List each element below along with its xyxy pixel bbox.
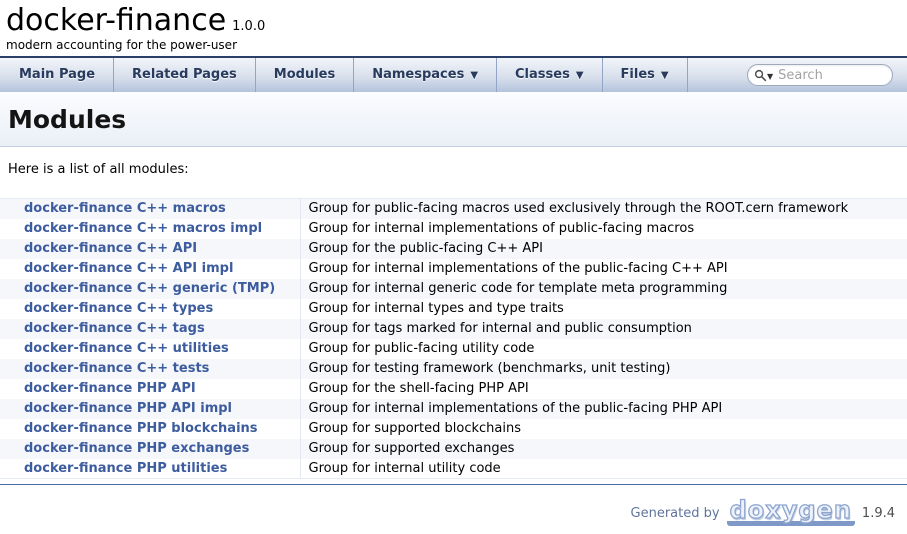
project-name: docker-finance xyxy=(6,3,226,38)
module-link[interactable]: docker-finance C++ tests xyxy=(24,361,209,376)
module-description: Group for internal implementations of pu… xyxy=(300,219,907,239)
search-options-caret-icon[interactable]: ▼ xyxy=(767,72,773,81)
tab-modules[interactable]: Modules xyxy=(256,58,354,92)
modules-table: docker-finance C++ macros Group for publ… xyxy=(0,198,907,479)
table-row: docker-finance C++ tests Group for testi… xyxy=(0,359,907,379)
page-title: Modules xyxy=(8,105,907,134)
module-description: Group for the shell-facing PHP API xyxy=(300,379,907,399)
table-row: docker-finance PHP exchanges Group for s… xyxy=(0,439,907,459)
module-link[interactable]: docker-finance C++ generic (TMP) xyxy=(24,281,275,296)
module-description: Group for internal implementations of th… xyxy=(300,259,907,279)
module-description: Group for internal types and type traits xyxy=(300,299,907,319)
search-area: ▼ xyxy=(747,64,893,86)
table-row: docker-finance C++ macros impl Group for… xyxy=(0,219,907,239)
table-row: docker-finance PHP blockchains Group for… xyxy=(0,419,907,439)
module-description: Group for testing framework (benchmarks,… xyxy=(300,359,907,379)
module-link[interactable]: docker-finance PHP API xyxy=(24,381,196,396)
nav-tab-bar: Main Page Related Pages Modules Namespac… xyxy=(0,56,907,92)
module-description: Group for internal generic code for temp… xyxy=(300,279,907,299)
module-link[interactable]: docker-finance C++ utilities xyxy=(24,341,229,356)
generated-by-text: Generated by xyxy=(631,506,720,521)
module-link[interactable]: docker-finance C++ macros impl xyxy=(24,221,262,236)
table-row: docker-finance PHP utilities Group for i… xyxy=(0,459,907,479)
search-box[interactable]: ▼ xyxy=(747,64,893,86)
table-row: docker-finance C++ tags Group for tags m… xyxy=(0,319,907,339)
page-header: Modules xyxy=(0,92,907,147)
search-input[interactable] xyxy=(776,67,884,84)
doxygen-version: 1.9.4 xyxy=(862,506,895,521)
table-row: docker-finance C++ API impl Group for in… xyxy=(0,259,907,279)
module-link[interactable]: docker-finance C++ macros xyxy=(24,201,226,216)
module-link[interactable]: docker-finance PHP API impl xyxy=(24,401,232,416)
module-link[interactable]: docker-finance PHP exchanges xyxy=(24,441,249,456)
chevron-down-icon: ▼ xyxy=(470,70,478,81)
project-brief: modern accounting for the power-user xyxy=(6,38,907,52)
tab-files[interactable]: Files ▼ xyxy=(603,58,688,92)
search-icon[interactable] xyxy=(754,69,767,82)
table-row: docker-finance PHP API impl Group for in… xyxy=(0,399,907,419)
module-description: Group for public-facing utility code xyxy=(300,339,907,359)
doxygen-logo[interactable]: doxygen xyxy=(727,500,855,526)
chevron-down-icon: ▼ xyxy=(576,70,584,81)
tab-label: Namespaces xyxy=(372,67,464,82)
tab-main-page[interactable]: Main Page xyxy=(0,58,114,92)
module-link[interactable]: docker-finance C++ API xyxy=(24,241,197,256)
tab-label: Classes xyxy=(515,67,570,82)
module-link[interactable]: docker-finance C++ API impl xyxy=(24,261,233,276)
module-description: Group for supported blockchains xyxy=(300,419,907,439)
module-link[interactable]: docker-finance C++ types xyxy=(24,301,213,316)
table-row: docker-finance C++ API Group for the pub… xyxy=(0,239,907,259)
module-description: Group for internal utility code xyxy=(300,459,907,479)
tab-related-pages[interactable]: Related Pages xyxy=(114,58,256,92)
tab-classes[interactable]: Classes ▼ xyxy=(497,58,603,92)
tab-label: Related Pages xyxy=(132,67,237,82)
module-description: Group for tags marked for internal and p… xyxy=(300,319,907,339)
footer: Generated by doxygen 1.9.4 xyxy=(0,485,907,526)
title-area: docker-finance 1.0.0 modern accounting fo… xyxy=(0,0,907,56)
contents: Here is a list of all modules: docker-fi… xyxy=(0,162,907,479)
table-row: docker-finance C++ types Group for inter… xyxy=(0,299,907,319)
table-row: docker-finance C++ utilities Group for p… xyxy=(0,339,907,359)
module-link[interactable]: docker-finance PHP utilities xyxy=(24,461,227,476)
table-row: docker-finance C++ macros Group for publ… xyxy=(0,199,907,219)
chevron-down-icon: ▼ xyxy=(661,70,669,81)
tab-label: Files xyxy=(621,67,655,82)
tab-namespaces[interactable]: Namespaces ▼ xyxy=(354,58,497,92)
table-row: docker-finance C++ generic (TMP) Group f… xyxy=(0,279,907,299)
tab-label: Main Page xyxy=(19,67,95,82)
module-description: Group for supported exchanges xyxy=(300,439,907,459)
module-description: Group for public-facing macros used excl… xyxy=(300,199,907,219)
tab-label: Modules xyxy=(274,67,335,82)
module-link[interactable]: docker-finance C++ tags xyxy=(24,321,205,336)
module-description: Group for internal implementations of th… xyxy=(300,399,907,419)
intro-text: Here is a list of all modules: xyxy=(8,162,907,177)
module-link[interactable]: docker-finance PHP blockchains xyxy=(24,421,258,436)
module-description: Group for the public-facing C++ API xyxy=(300,239,907,259)
project-version: 1.0.0 xyxy=(232,19,265,34)
table-row: docker-finance PHP API Group for the she… xyxy=(0,379,907,399)
